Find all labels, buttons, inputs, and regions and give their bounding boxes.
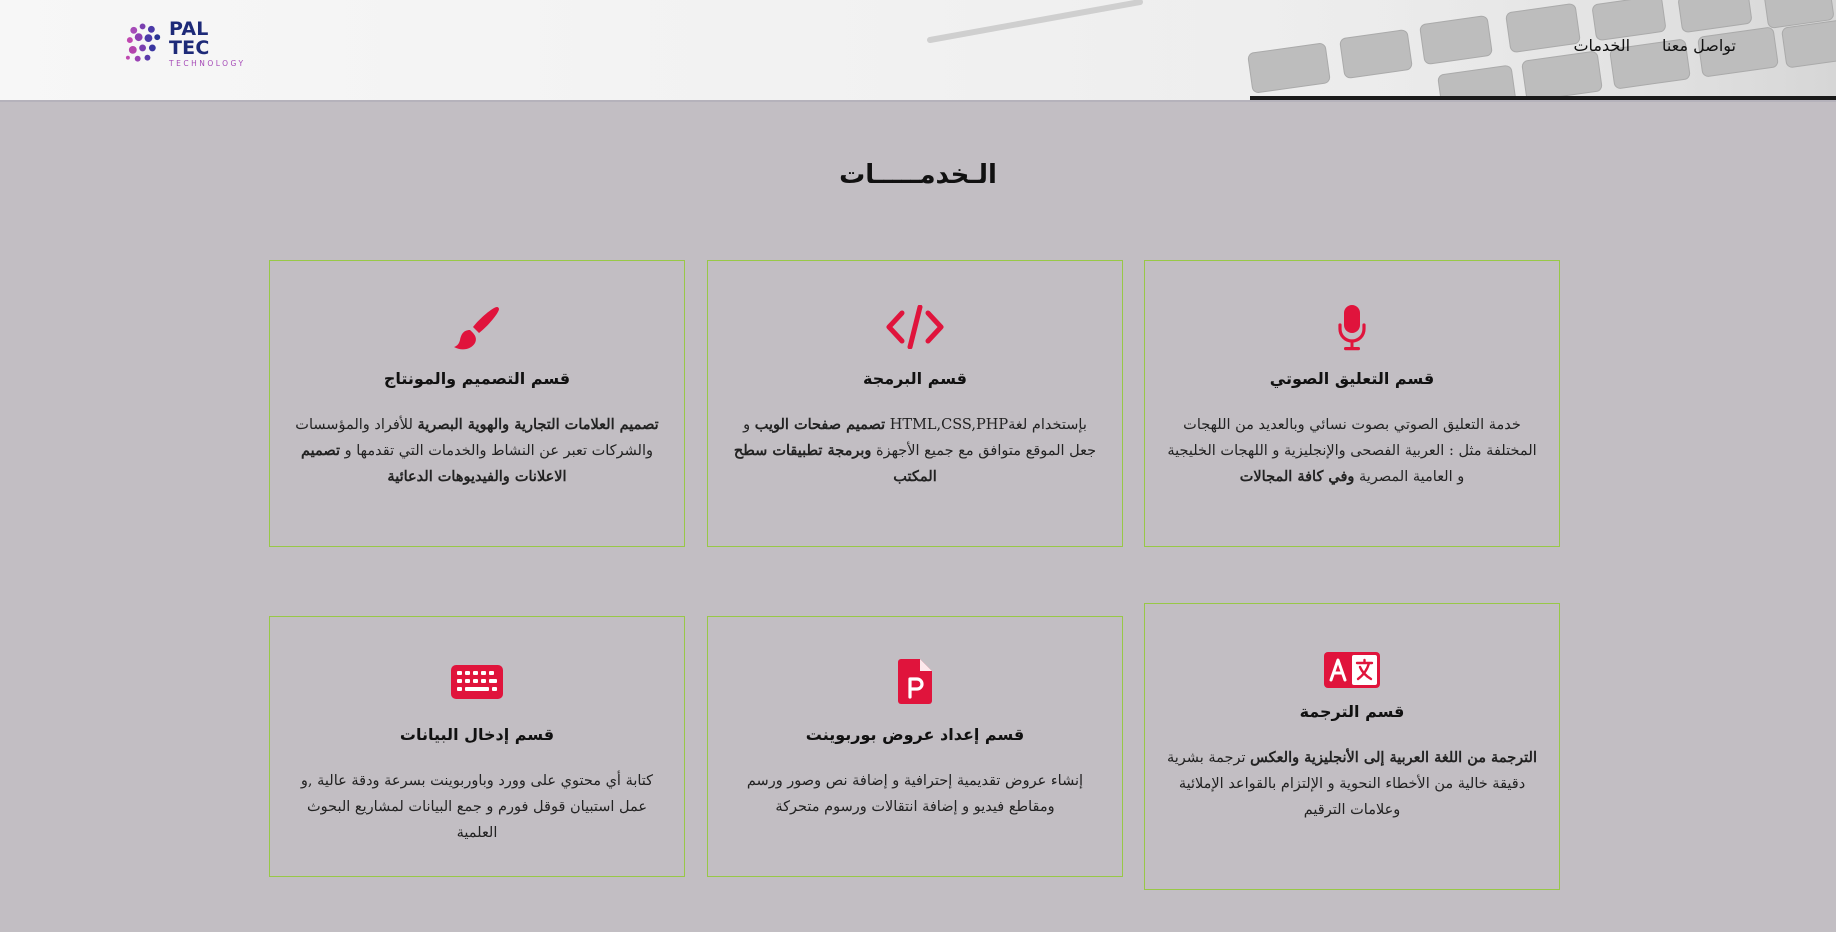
card-title: قسم إدخال البيانات xyxy=(399,725,555,744)
logo-tagline: TECHNOLOGY xyxy=(169,59,246,69)
card-description: إنشاء عروض تقديمية إحترافية و إضافة نص و… xyxy=(746,773,1084,815)
service-card-programming: قسم البرمجة بإستخدام لغةHTML,CSS,PHP تصم… xyxy=(707,260,1123,547)
code-icon xyxy=(886,305,944,349)
powerpoint-file-icon xyxy=(898,659,932,704)
card-title: قسم التصميم والمونتاج xyxy=(383,369,571,388)
keyboard-background-image xyxy=(927,0,1836,100)
card-description: تصميم العلامات التجارية والهوية البصرية … xyxy=(295,416,659,485)
card-description: بإستخدام لغةHTML,CSS,PHP تصميم صفحات الو… xyxy=(733,416,1097,485)
service-card-powerpoint: قسم إعداد عروض بوربوينت إنشاء عروض تقديم… xyxy=(707,616,1123,877)
card-description: خدمة التعليق الصوتي بصوت نسائي وبالعديد … xyxy=(1167,417,1537,485)
card-title: قسم الترجمة xyxy=(1299,702,1405,721)
card-description: الترجمة من اللغة العربية إلى الأنجليزية … xyxy=(1167,749,1537,818)
service-card-design: قسم التصميم والمونتاج تصميم العلامات الت… xyxy=(269,260,685,547)
nav-link-contact[interactable]: تواصل معنا xyxy=(1662,36,1736,55)
page-title: الـخدمـــــات xyxy=(839,160,997,190)
service-card-data-entry: قسم إدخال البيانات كتابة أي محتوي على وو… xyxy=(269,616,685,877)
brand-logo[interactable]: PAL TEC TECHNOLOGY xyxy=(124,18,254,70)
card-description: كتابة أي محتوي على وورد وباوربوينت بسرعة… xyxy=(300,773,654,841)
logo-wordmark: PAL TEC xyxy=(169,18,210,60)
main-nav: الخدمات تواصل معنا xyxy=(1573,36,1736,55)
microphone-icon xyxy=(1338,305,1366,351)
service-card-translation: قسم الترجمة الترجمة من اللغة العربية إلى… xyxy=(1144,603,1560,890)
service-card-voiceover: قسم التعليق الصوتي خدمة التعليق الصوتي ب… xyxy=(1144,260,1560,547)
card-title: قسم البرمجة xyxy=(863,369,967,388)
logo-dots-icon xyxy=(125,23,161,62)
paintbrush-icon xyxy=(454,307,499,350)
site-header: PAL TEC TECHNOLOGY الخدمات تواصل معنا xyxy=(0,0,1836,102)
card-title: قسم التعليق الصوتي xyxy=(1269,369,1435,388)
translate-icon xyxy=(1324,652,1380,688)
keyboard-icon xyxy=(451,665,503,699)
nav-link-services[interactable]: الخدمات xyxy=(1573,36,1630,55)
card-title: قسم إعداد عروض بوربوينت xyxy=(805,725,1025,744)
